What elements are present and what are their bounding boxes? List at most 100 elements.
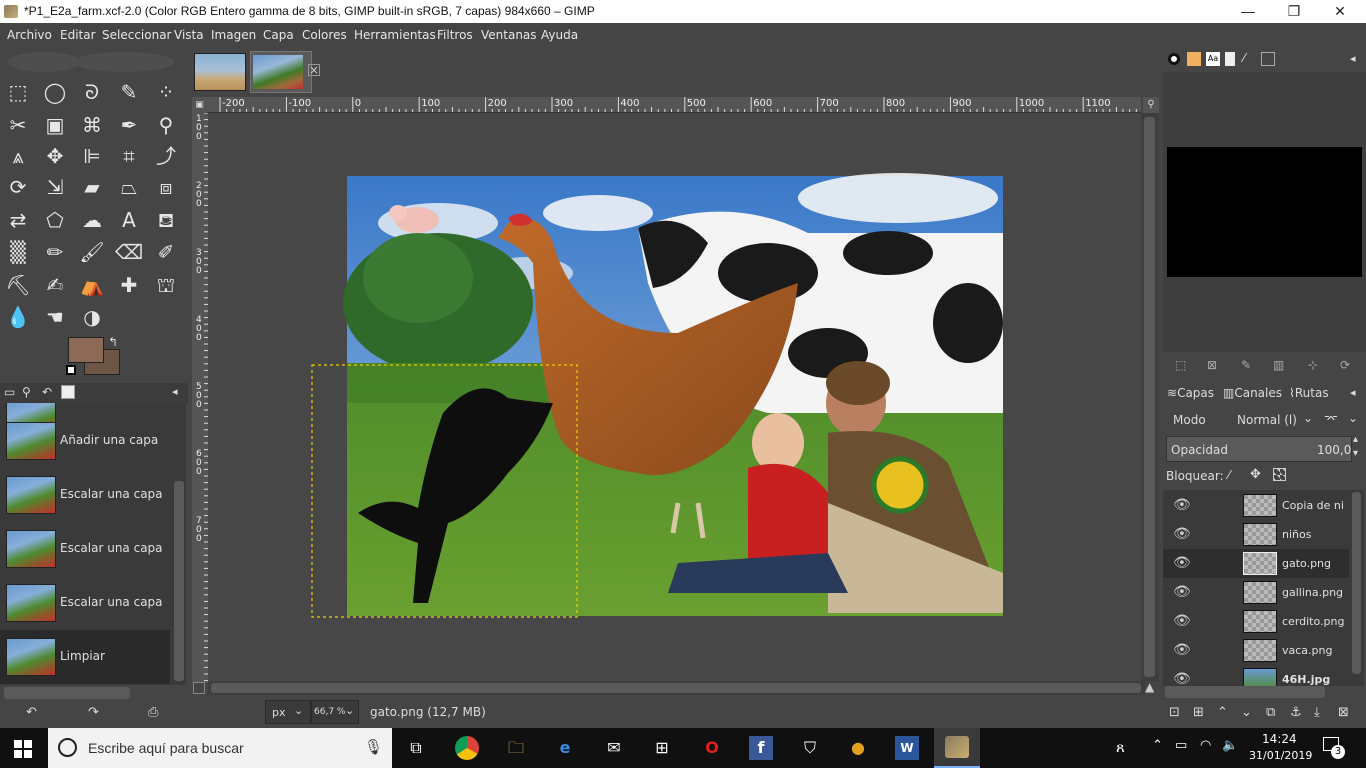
canvas-vscroll-thumb[interactable]	[1144, 117, 1155, 677]
menu-ayuda[interactable]: Ayuda	[541, 28, 578, 42]
defender-icon[interactable]: ⛉	[798, 736, 822, 760]
action-center-icon[interactable]: 3	[1323, 737, 1345, 759]
tab-canales[interactable]: ▥Canales	[1223, 386, 1282, 400]
tab-capas[interactable]: ≋Capas	[1167, 386, 1214, 400]
brushes-tab-icon[interactable]	[1168, 53, 1180, 65]
minimize-button[interactable]: —	[1225, 0, 1271, 23]
layers-scrollbar[interactable]	[1349, 490, 1364, 686]
mypaint-brush-tool-icon[interactable]: ✍	[40, 270, 70, 300]
mail-icon[interactable]: ✉	[602, 736, 626, 760]
measure-tool-icon[interactable]: ⩓	[3, 141, 33, 171]
visibility-eye-icon[interactable]: 👁	[1173, 584, 1191, 600]
unit-select[interactable]: px ⌄	[265, 700, 311, 724]
bucket-fill-tool-icon[interactable]: ⛾	[151, 205, 181, 235]
visibility-eye-icon[interactable]: 👁	[1173, 671, 1191, 686]
text-tool-icon[interactable]: A	[114, 205, 144, 235]
image-canvas[interactable]	[208, 113, 1141, 681]
free-select-tool-icon[interactable]: ᘐ	[77, 77, 107, 107]
edge-icon[interactable]: e	[553, 736, 577, 760]
canvas-horizontal-scrollbar[interactable]	[208, 681, 1145, 695]
scale-tool-icon[interactable]: ⇲	[40, 172, 70, 202]
facebook-icon[interactable]: f	[749, 736, 773, 760]
menu-vista[interactable]: Vista	[174, 28, 204, 42]
menu-seleccionar[interactable]: Seleccionar	[102, 28, 171, 42]
task-view-icon[interactable]: ⧉	[404, 736, 428, 760]
merge-down-icon[interactable]: ⤓	[1314, 705, 1320, 720]
menu-editar[interactable]: Editar	[60, 28, 96, 42]
canvas-navigate-icon[interactable]	[193, 682, 205, 694]
menu-herramientas[interactable]: Herramientas	[354, 28, 436, 42]
brush-duplicate-icon[interactable]: ▥	[1273, 358, 1284, 372]
people-icon[interactable]: ጸ	[1116, 738, 1125, 756]
zoom-to-window-icon[interactable]: ⚲	[1143, 97, 1159, 113]
maximize-button[interactable]: ❐	[1271, 0, 1317, 23]
menu-archivo[interactable]: Archivo	[7, 28, 52, 42]
history-scrollbar[interactable]	[172, 403, 186, 685]
menu-colores[interactable]: Colores	[302, 28, 347, 42]
paths-tool-icon[interactable]: ⌘	[77, 110, 107, 140]
new-layer-group-icon[interactable]: ⊞	[1193, 705, 1204, 720]
cage-transform-tool-icon[interactable]: ⬠	[40, 205, 70, 235]
tab-rutas[interactable]: ⌇Rutas	[1289, 386, 1329, 400]
anchor-layer-icon[interactable]: ⚓	[1290, 705, 1302, 720]
fuzzy-select-tool-icon[interactable]: ✎	[114, 77, 144, 107]
paint-dynamics-tab-icon[interactable]: ⁄	[1243, 51, 1245, 65]
foreground-color-swatch[interactable]	[68, 337, 104, 363]
zoom-select[interactable]: 66,7 % ⌄	[311, 700, 359, 724]
clone-tool-icon[interactable]: ⛺	[77, 270, 107, 300]
quick-mask-toggle-icon[interactable]: ▣	[192, 97, 207, 113]
heal-tool-icon[interactable]: ✚	[114, 270, 144, 300]
airbrush-tool-icon[interactable]: ✐	[151, 237, 181, 267]
patterns-tab-icon[interactable]	[1187, 52, 1201, 66]
scissors-tool-icon[interactable]: ✂	[3, 110, 33, 140]
menu-filtros[interactable]: Filtros	[437, 28, 473, 42]
layer-row[interactable]: 👁 niños	[1163, 520, 1349, 549]
perspective-tool-icon[interactable]: ⏢	[114, 172, 144, 202]
close-button[interactable]: ✕	[1317, 0, 1363, 23]
foreground-select-tool-icon[interactable]: ▣	[40, 110, 70, 140]
history-row[interactable]: Escalar una capa	[0, 522, 170, 576]
crop-tool-icon[interactable]: ⌗	[114, 141, 144, 171]
menu-capa[interactable]: Capa	[263, 28, 294, 42]
windows-start-icon[interactable]	[14, 740, 32, 758]
pencil-tool-icon[interactable]: ✏	[40, 237, 70, 267]
duplicate-layer-icon[interactable]: ⧉	[1266, 705, 1275, 720]
gradient-tool-icon[interactable]: ▒	[3, 237, 33, 267]
composite-mode-select[interactable]: ⌤ ⌄	[1320, 408, 1364, 432]
undo-icon[interactable]: ↶	[26, 705, 37, 720]
layer-row[interactable]: 👁 gallina.png	[1163, 578, 1349, 607]
delete-layer-icon[interactable]: ⊠	[1338, 705, 1349, 720]
layer-row[interactable]: 👁 Copia de ni	[1163, 491, 1349, 520]
microphone-icon[interactable]: 🎙	[364, 738, 383, 756]
redo-icon[interactable]: ↷	[88, 705, 99, 720]
lock-alpha-icon[interactable]	[1273, 468, 1286, 481]
clear-history-icon[interactable]: ⎙	[148, 705, 158, 720]
mode-select[interactable]: Normal (l) ⌄	[1233, 408, 1317, 432]
brush-delete-icon[interactable]: ⊠	[1207, 358, 1217, 372]
battery-icon[interactable]: ▭	[1175, 738, 1187, 753]
raise-layer-icon[interactable]: ⌃	[1217, 705, 1228, 720]
zoom-tool-icon[interactable]: ⚲	[151, 110, 181, 140]
panel-menu-icon[interactable]: ◂	[1350, 386, 1356, 399]
warp-transform-tool-icon[interactable]: ☁	[77, 205, 107, 235]
move-tool-icon[interactable]: ✥	[40, 141, 70, 171]
shear-tool-icon[interactable]: ▰	[77, 172, 107, 202]
canvas-area[interactable]	[208, 113, 1141, 681]
brush-view-icon[interactable]: ⬚	[1175, 358, 1186, 372]
layer-row[interactable]: 👁 46H.jpg	[1163, 665, 1349, 686]
canvas-hscroll-thumb[interactable]	[211, 683, 1141, 693]
image-tab-pyramids[interactable]	[194, 53, 246, 91]
blur-tool-icon[interactable]: 💧	[3, 302, 33, 332]
rotate-tool-icon[interactable]: ⟳	[3, 172, 33, 202]
panel-menu-icon[interactable]: ◂	[1350, 52, 1356, 65]
perspective-clone-tool-icon[interactable]: ⛫	[151, 270, 181, 300]
visibility-eye-icon[interactable]: 👁	[1173, 642, 1191, 658]
visibility-eye-icon[interactable]: 👁	[1173, 526, 1191, 542]
panel-menu-icon[interactable]: ◂	[172, 385, 178, 398]
store-icon[interactable]: ⊞	[650, 736, 674, 760]
menu-imagen[interactable]: Imagen	[211, 28, 256, 42]
history-row[interactable]: Añadir una capa	[0, 414, 170, 468]
device-status-tab-icon[interactable]: ⚲	[22, 385, 31, 399]
visibility-eye-icon[interactable]: 👁	[1173, 555, 1191, 571]
swap-colors-icon[interactable]: ↰	[108, 335, 118, 349]
